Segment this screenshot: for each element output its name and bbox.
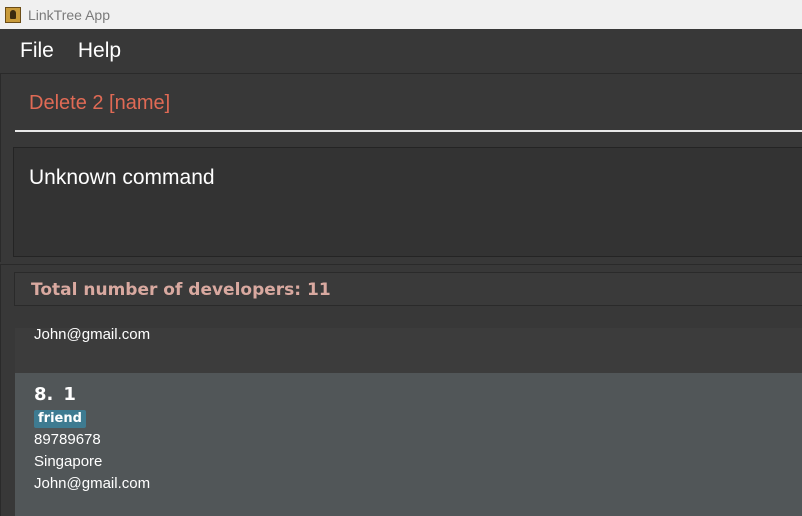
- result-display-pane: Unknown command: [0, 138, 802, 262]
- result-display: Unknown command: [13, 147, 802, 257]
- menu-help[interactable]: Help: [78, 39, 121, 63]
- menu-bar: File Help: [0, 29, 802, 73]
- title-bar: LinkTree App: [0, 0, 802, 29]
- app-icon: [5, 6, 21, 23]
- tag-badge: friend: [34, 410, 86, 428]
- developer-email: John@gmail.com: [34, 475, 151, 492]
- developer-card[interactable]: John@gmail.com: [15, 326, 802, 373]
- developer-list[interactable]: John@gmail.com 8. 1 friend 89789678 Singa…: [0, 314, 802, 516]
- developer-name: 1: [63, 384, 76, 405]
- developer-index: 8.: [34, 384, 54, 405]
- developer-list-header-pane: Total number of developers: 11: [0, 264, 802, 314]
- command-box-pane: Delete 2 [name]: [0, 73, 802, 138]
- developer-card-selected[interactable]: 8. 1 friend 89789678 Singapore John@gmail…: [15, 373, 802, 516]
- developer-email: John@gmail.com: [34, 326, 151, 343]
- developer-phone: 89789678: [34, 431, 101, 448]
- developer-name-row: 8. 1: [34, 373, 802, 407]
- developer-address: Singapore: [34, 453, 103, 470]
- command-input[interactable]: Delete 2 [name]: [15, 74, 802, 132]
- menu-file[interactable]: File: [20, 39, 54, 63]
- window-title: LinkTree App: [28, 6, 110, 23]
- developer-count-label: Total number of developers: 11: [14, 272, 802, 306]
